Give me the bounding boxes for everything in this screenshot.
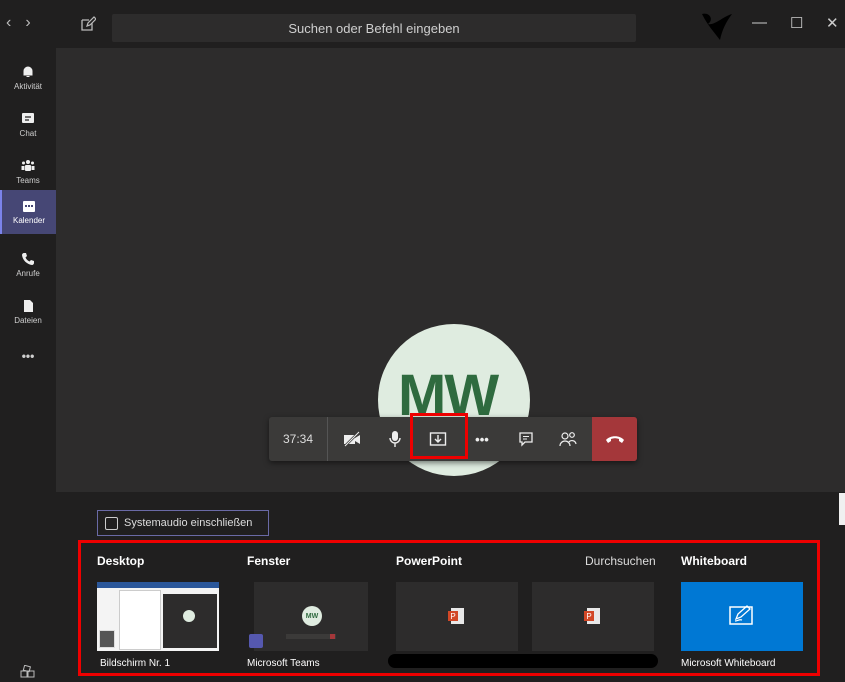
more-icon: ••• bbox=[475, 431, 489, 447]
section-window: Fenster bbox=[247, 554, 291, 568]
rail-item-kalender[interactable]: Kalender bbox=[0, 190, 56, 234]
share-screen-icon bbox=[99, 630, 115, 648]
apps-icon[interactable] bbox=[20, 665, 36, 679]
svg-text:P: P bbox=[450, 612, 455, 621]
close-button[interactable]: ✕ bbox=[826, 14, 839, 32]
forward-button[interactable]: › bbox=[25, 14, 30, 32]
participants-button[interactable] bbox=[549, 417, 587, 461]
powerpoint-thumbnail-2[interactable]: P bbox=[532, 582, 654, 651]
rail-label: Teams bbox=[16, 176, 40, 185]
section-whiteboard: Whiteboard bbox=[681, 554, 747, 568]
teams-icon bbox=[21, 160, 35, 171]
redacted-avatar bbox=[702, 13, 732, 40]
rail-label: Chat bbox=[19, 129, 37, 138]
rail-item-aktivitaet[interactable]: Aktivität bbox=[0, 56, 56, 100]
thumb-teams-window bbox=[163, 594, 217, 648]
rail-item-anrufe[interactable]: Anrufe bbox=[0, 243, 56, 287]
powerpoint-file-icon: P bbox=[448, 608, 464, 624]
window-thumbnail[interactable]: MW bbox=[246, 582, 368, 651]
search-placeholder: Suchen oder Befehl eingeben bbox=[288, 20, 460, 36]
window-caption: Microsoft Teams bbox=[247, 658, 320, 669]
rail-item-teams[interactable]: Teams bbox=[0, 150, 56, 194]
more-icon: ••• bbox=[21, 349, 35, 363]
whiteboard-caption: Microsoft Whiteboard bbox=[681, 658, 776, 669]
thumb-avatar bbox=[183, 610, 195, 622]
thumb-hangup bbox=[330, 634, 335, 639]
rail-more-button[interactable]: ••• bbox=[0, 334, 56, 378]
powerpoint-thumbnail-1[interactable]: P bbox=[396, 582, 518, 651]
thumb-controls bbox=[286, 634, 336, 639]
more-actions-button[interactable]: ••• bbox=[463, 417, 501, 461]
back-button[interactable]: ‹ bbox=[6, 14, 11, 32]
checkbox-icon bbox=[105, 516, 118, 530]
browse-link[interactable]: Durchsuchen bbox=[585, 554, 656, 568]
thumb-titlebar bbox=[97, 582, 219, 588]
rail-label: Kalender bbox=[12, 216, 46, 225]
call-timer: 37:34 bbox=[269, 417, 328, 461]
calendar-icon bbox=[23, 201, 35, 212]
nav-arrows: ‹ › bbox=[6, 14, 31, 32]
thumb-document bbox=[119, 590, 161, 650]
share-button-highlight bbox=[410, 413, 468, 459]
section-powerpoint: PowerPoint bbox=[396, 554, 463, 568]
chat-icon bbox=[519, 432, 533, 447]
bell-icon bbox=[23, 66, 33, 77]
scrollbar-edge bbox=[839, 493, 845, 525]
teams-app-icon bbox=[249, 634, 263, 648]
rail-item-dateien[interactable]: Dateien bbox=[0, 290, 56, 334]
camera-toggle-button[interactable] bbox=[333, 417, 371, 461]
whiteboard-thumbnail[interactable] bbox=[681, 582, 803, 651]
powerpoint-file-icon: P bbox=[584, 608, 600, 624]
search-input[interactable]: Suchen oder Befehl eingeben bbox=[112, 14, 636, 42]
chat-icon bbox=[22, 113, 34, 123]
rail-label: Aktivität bbox=[13, 82, 42, 91]
rail-item-chat[interactable]: Chat bbox=[0, 103, 56, 147]
camera-off-icon bbox=[344, 431, 360, 447]
rail-label: Anrufe bbox=[16, 269, 40, 278]
svg-text:P: P bbox=[586, 612, 591, 621]
rail-label: Dateien bbox=[14, 316, 42, 325]
compose-icon[interactable] bbox=[80, 16, 96, 32]
conversation-button[interactable] bbox=[507, 417, 545, 461]
people-icon bbox=[559, 432, 577, 447]
desktop-thumbnail[interactable] bbox=[97, 582, 219, 651]
thumb-avatar: MW bbox=[302, 606, 322, 626]
file-icon bbox=[24, 300, 33, 312]
mic-toggle-button[interactable] bbox=[376, 417, 414, 461]
system-audio-checkbox[interactable]: Systemaudio einschließen bbox=[97, 510, 269, 536]
minimize-button[interactable]: — bbox=[752, 14, 767, 31]
mic-icon bbox=[389, 431, 401, 447]
hang-up-button[interactable] bbox=[592, 417, 637, 461]
hang-up-icon bbox=[605, 436, 624, 443]
whiteboard-icon bbox=[729, 605, 753, 625]
system-audio-label: Systemaudio einschließen bbox=[124, 517, 253, 529]
desktop-caption: Bildschirm Nr. 1 bbox=[100, 658, 171, 669]
redacted-captions bbox=[388, 654, 658, 668]
maximize-button[interactable]: ☐ bbox=[790, 14, 803, 32]
phone-icon bbox=[22, 253, 34, 265]
section-desktop: Desktop bbox=[97, 554, 145, 568]
